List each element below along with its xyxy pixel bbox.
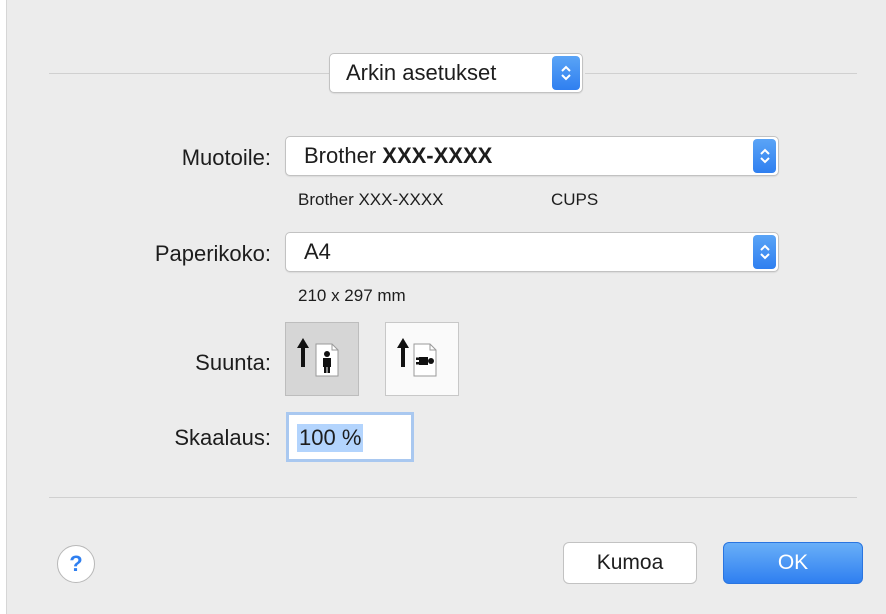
format-for-value-model: XXX-XXXX xyxy=(382,143,493,168)
cancel-button[interactable]: Kumoa xyxy=(563,542,697,584)
paper-size-popup[interactable]: A4 xyxy=(285,232,779,272)
top-separator-right xyxy=(585,73,857,74)
page-setup-dialog: Arkin asetukset Muotoile: Brother XXX-XX… xyxy=(6,0,886,614)
portrait-orientation-icon xyxy=(297,338,339,377)
format-for-label: Muotoile: xyxy=(181,145,271,170)
orientation-label: Suunta: xyxy=(195,350,271,375)
orientation-landscape-button[interactable] xyxy=(385,322,459,396)
updown-chevron-icon xyxy=(753,139,776,173)
printer-model-info: Brother XXX-XXXX xyxy=(298,190,444,209)
scale-label: Skaalaus: xyxy=(174,425,271,450)
paper-size-info: 210 x 297 mm xyxy=(298,286,406,305)
help-button[interactable]: ? xyxy=(57,545,95,583)
landscape-orientation-icon xyxy=(397,338,437,377)
printer-driver-info: CUPS xyxy=(551,190,599,209)
ok-button[interactable]: OK xyxy=(723,542,863,584)
scale-input[interactable]: 100 % xyxy=(286,412,414,462)
format-for-value: Brother XXX-XXXX xyxy=(304,143,492,169)
updown-chevron-icon xyxy=(552,56,580,90)
settings-type-popup[interactable]: Arkin asetukset xyxy=(329,53,583,93)
paper-size-label: Paperikoko: xyxy=(154,241,271,266)
top-separator-left xyxy=(49,73,329,74)
updown-chevron-icon xyxy=(753,235,776,269)
paper-size-value: A4 xyxy=(304,239,331,264)
format-for-value-prefix: Brother xyxy=(304,143,377,168)
orientation-portrait-button[interactable] xyxy=(285,322,359,396)
bottom-separator xyxy=(49,497,857,498)
scale-value: 100 % xyxy=(297,424,364,452)
format-for-popup[interactable]: Brother XXX-XXXX xyxy=(285,136,779,176)
settings-type-label: Arkin asetukset xyxy=(346,60,497,85)
